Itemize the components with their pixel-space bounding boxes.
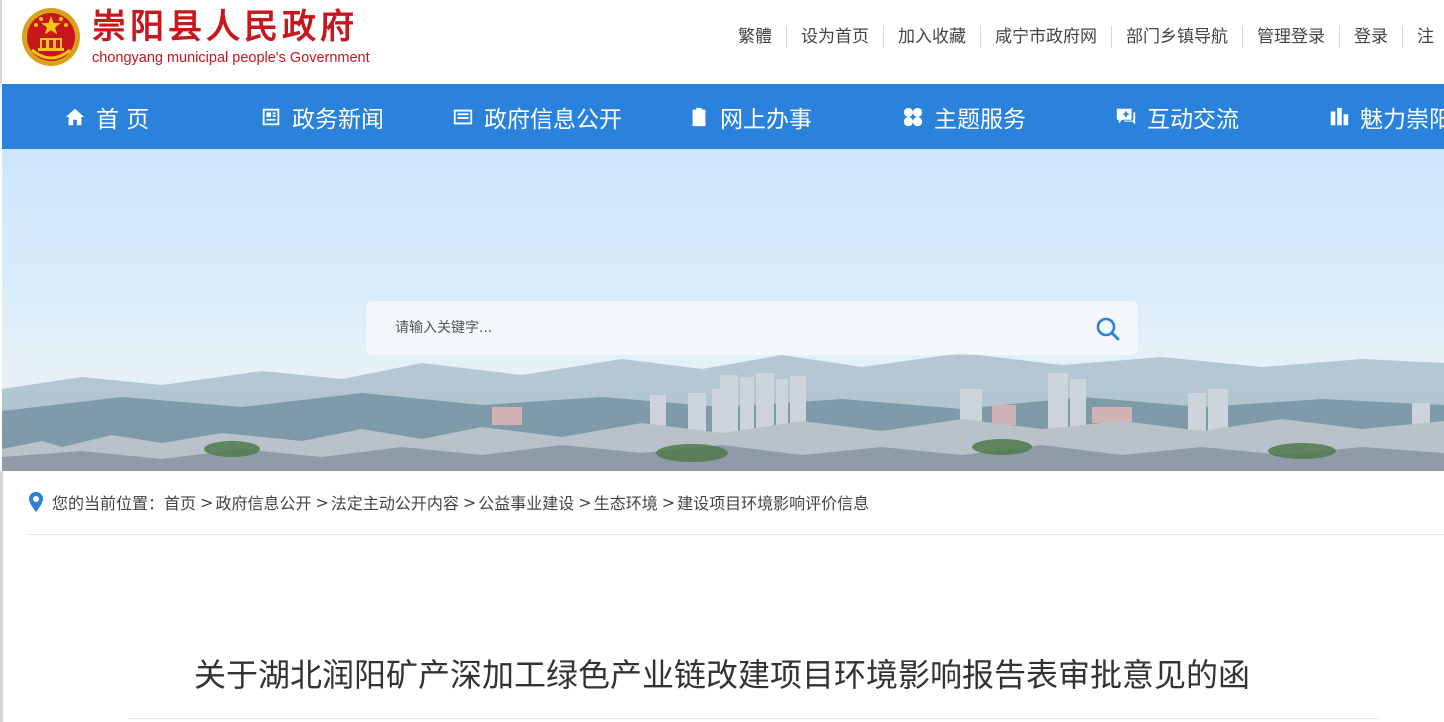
- hero-banner: [2, 149, 1444, 471]
- nav-item-charm[interactable]: 魅力崇阳: [1328, 84, 1444, 149]
- grid-icon: [903, 107, 923, 126]
- breadcrumb: 您的当前位置： 首页 > 政府信息公开 > 法定主动公开内容 > 公益事业建设 …: [28, 490, 869, 514]
- top-link-login[interactable]: 登录: [1340, 26, 1403, 48]
- breadcrumb-gov-info[interactable]: 政府信息公开: [215, 490, 311, 514]
- breadcrumb-separator: >: [578, 492, 592, 512]
- top-link-xianning-gov[interactable]: 咸宁市政府网: [981, 26, 1112, 48]
- top-link-admin-login[interactable]: 管理登录: [1243, 26, 1340, 48]
- breadcrumb-separator: >: [315, 492, 329, 512]
- nav-item-theme-services[interactable]: 主题服务: [902, 84, 1026, 149]
- site-header: 崇阳县人民政府 chongyang municipal people's Gov…: [0, 0, 1444, 84]
- site-name-cn: 崇阳县人民政府: [92, 7, 358, 47]
- location-pin-icon: [29, 492, 43, 512]
- national-emblem-icon: [22, 8, 80, 66]
- newspaper-icon: [262, 108, 280, 125]
- breadcrumb-prefix: 您的当前位置：: [52, 494, 165, 513]
- breadcrumb-statutory-content[interactable]: 法定主动公开内容: [331, 490, 459, 514]
- chat-icon: [1116, 108, 1136, 124]
- top-link-set-homepage[interactable]: 设为首页: [787, 26, 884, 48]
- search-icon[interactable]: [1095, 316, 1121, 342]
- top-links: 繁體 设为首页 加入收藏 咸宁市政府网 部门乡镇导航 管理登录 登录 注: [724, 26, 1444, 48]
- breadcrumb-separator: >: [661, 492, 676, 512]
- article-title: 关于湖北润阳矿产深加工绿色产业链改建项目环境影响报告表审批意见的函: [193, 656, 1250, 694]
- nav-item-label: 魅力崇阳: [1360, 106, 1444, 133]
- document-icon: [453, 109, 473, 124]
- nav-item-home[interactable]: 首 页: [64, 84, 149, 149]
- home-icon: [65, 108, 85, 125]
- title-divider: [128, 718, 1378, 719]
- breadcrumb-eia-info[interactable]: 建设项目环境影响评价信息: [677, 490, 869, 514]
- main-nav: 首 页 政务新闻 政府信息公开 网上办事 主题服务 互动交流 魅力崇阳: [2, 84, 1444, 149]
- breadcrumb-home[interactable]: 首页: [164, 490, 196, 514]
- search-bar: [366, 301, 1138, 355]
- breadcrumb-divider: [28, 534, 1444, 535]
- site-logo[interactable]: 崇阳县人民政府 chongyang municipal people's Gov…: [20, 6, 370, 68]
- top-link-traditional[interactable]: 繁體: [724, 26, 787, 48]
- nav-item-online-services[interactable]: 网上办事: [688, 84, 812, 149]
- nav-item-label: 网上办事: [720, 106, 812, 133]
- top-link-dept-navigation[interactable]: 部门乡镇导航: [1112, 26, 1243, 48]
- breadcrumb-ecology[interactable]: 生态环境: [594, 490, 658, 514]
- nav-item-interaction[interactable]: 互动交流: [1115, 84, 1239, 149]
- search-box: [371, 306, 1133, 350]
- top-link-add-favorite[interactable]: 加入收藏: [884, 26, 981, 48]
- breadcrumb-separator: >: [200, 492, 214, 512]
- nav-item-label: 互动交流: [1147, 106, 1239, 133]
- breadcrumb-separator: >: [462, 492, 477, 512]
- nav-item-label: 政府信息公开: [484, 106, 622, 133]
- nav-item-label: 首 页: [96, 106, 150, 133]
- site-name-en: chongyang municipal people's Government: [92, 50, 370, 66]
- nav-item-label: 政务新闻: [292, 106, 384, 133]
- clipboard-check-icon: [692, 107, 706, 126]
- nav-item-label: 主题服务: [934, 106, 1026, 133]
- search-input[interactable]: [371, 306, 1133, 350]
- building-icon: [1330, 107, 1349, 125]
- nav-item-gov-info[interactable]: 政府信息公开: [452, 84, 622, 149]
- breadcrumb-public-welfare[interactable]: 公益事业建设: [478, 490, 574, 514]
- nav-item-news[interactable]: 政务新闻: [260, 84, 384, 149]
- top-link-register[interactable]: 注: [1403, 26, 1444, 48]
